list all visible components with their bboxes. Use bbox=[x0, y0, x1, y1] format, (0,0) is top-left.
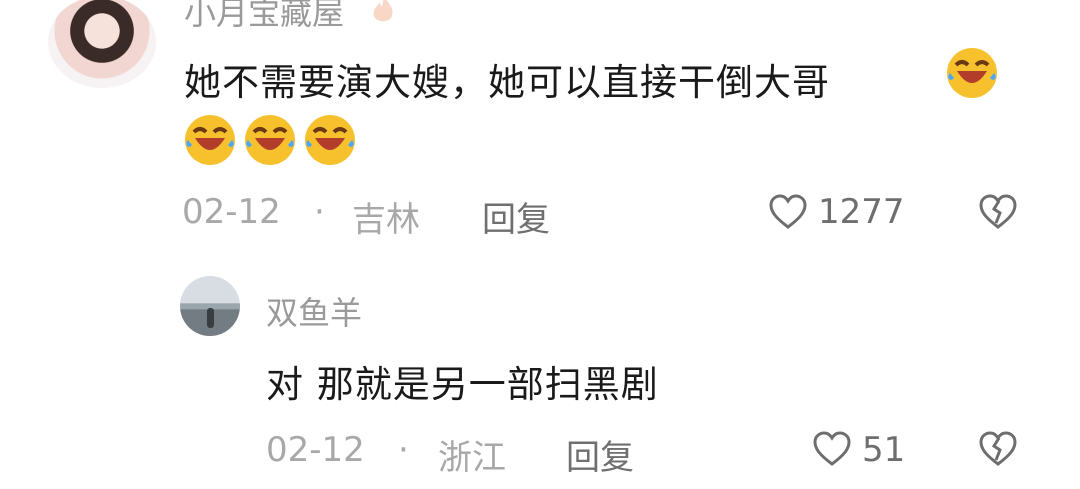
laugh-cry-emoji-icon bbox=[245, 115, 295, 165]
like-count: 1277 bbox=[818, 192, 905, 232]
reply-button[interactable]: 回复 bbox=[566, 430, 634, 479]
comment-text: 她不需要演大嫂，她可以直接干倒大哥 bbox=[184, 61, 830, 104]
like-count: 51 bbox=[862, 430, 906, 470]
username[interactable]: 双鱼羊 bbox=[266, 288, 362, 334]
comment-text: 对 那就是另一部扫黑剧 bbox=[266, 363, 659, 406]
reply-button[interactable]: 回复 bbox=[482, 192, 550, 241]
avatar[interactable] bbox=[48, 0, 156, 88]
broken-heart-icon[interactable] bbox=[978, 193, 1018, 231]
comment-location: 吉林 bbox=[352, 200, 420, 240]
comment-location: 浙江 bbox=[438, 438, 506, 478]
heart-outline-icon[interactable] bbox=[768, 193, 808, 231]
username[interactable]: 小月宝藏屋 bbox=[184, 0, 344, 34]
laugh-cry-emoji-icon bbox=[185, 115, 235, 165]
emoji-row bbox=[182, 112, 358, 168]
avatar[interactable] bbox=[180, 276, 240, 336]
laugh-cry-emoji-icon bbox=[947, 48, 997, 98]
comment-date: 02-12 bbox=[182, 192, 281, 232]
broken-heart-icon[interactable] bbox=[978, 430, 1018, 468]
heart-outline-icon[interactable] bbox=[812, 430, 852, 468]
laugh-cry-emoji-icon bbox=[305, 115, 355, 165]
fire-icon bbox=[368, 0, 398, 26]
meta-separator: · bbox=[398, 430, 409, 470]
meta-separator: · bbox=[314, 192, 325, 232]
comment-date: 02-12 bbox=[266, 430, 365, 470]
